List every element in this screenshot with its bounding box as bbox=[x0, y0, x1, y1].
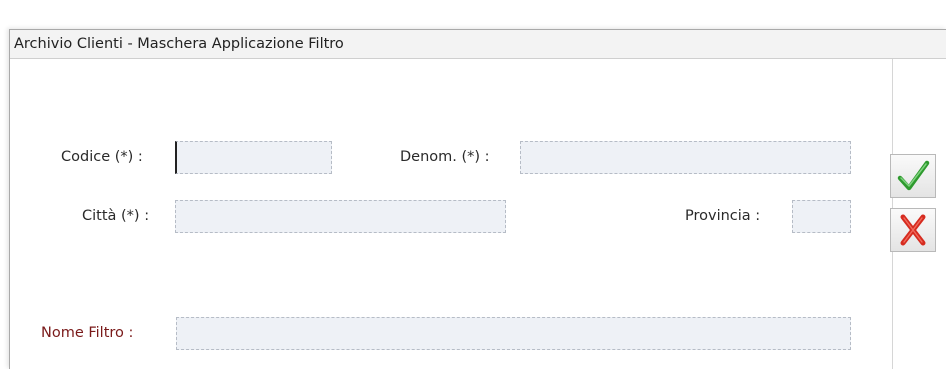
nome-filtro-input[interactable] bbox=[176, 317, 851, 350]
dialog-title: Archivio Clienti - Maschera Applicazione… bbox=[10, 30, 946, 59]
green-checkmark-icon bbox=[897, 160, 930, 191]
nome-filtro-label: Nome Filtro : bbox=[41, 325, 134, 341]
cancel-button[interactable] bbox=[890, 208, 936, 252]
denom-label: Denom. (*) : bbox=[400, 149, 490, 165]
provincia-label: Provincia : bbox=[685, 208, 761, 224]
codice-input[interactable] bbox=[175, 141, 332, 174]
denom-input[interactable] bbox=[520, 141, 851, 174]
codice-label: Codice (*) : bbox=[61, 149, 143, 165]
red-x-icon bbox=[900, 214, 926, 246]
provincia-input[interactable] bbox=[792, 200, 851, 233]
confirm-button[interactable] bbox=[890, 154, 936, 198]
filter-dialog: Archivio Clienti - Maschera Applicazione… bbox=[9, 29, 946, 369]
filter-form: Codice (*) : Denom. (*) : Città (*) : Pr… bbox=[10, 59, 893, 369]
citta-label: Città (*) : bbox=[82, 208, 150, 224]
citta-input[interactable] bbox=[175, 200, 506, 233]
